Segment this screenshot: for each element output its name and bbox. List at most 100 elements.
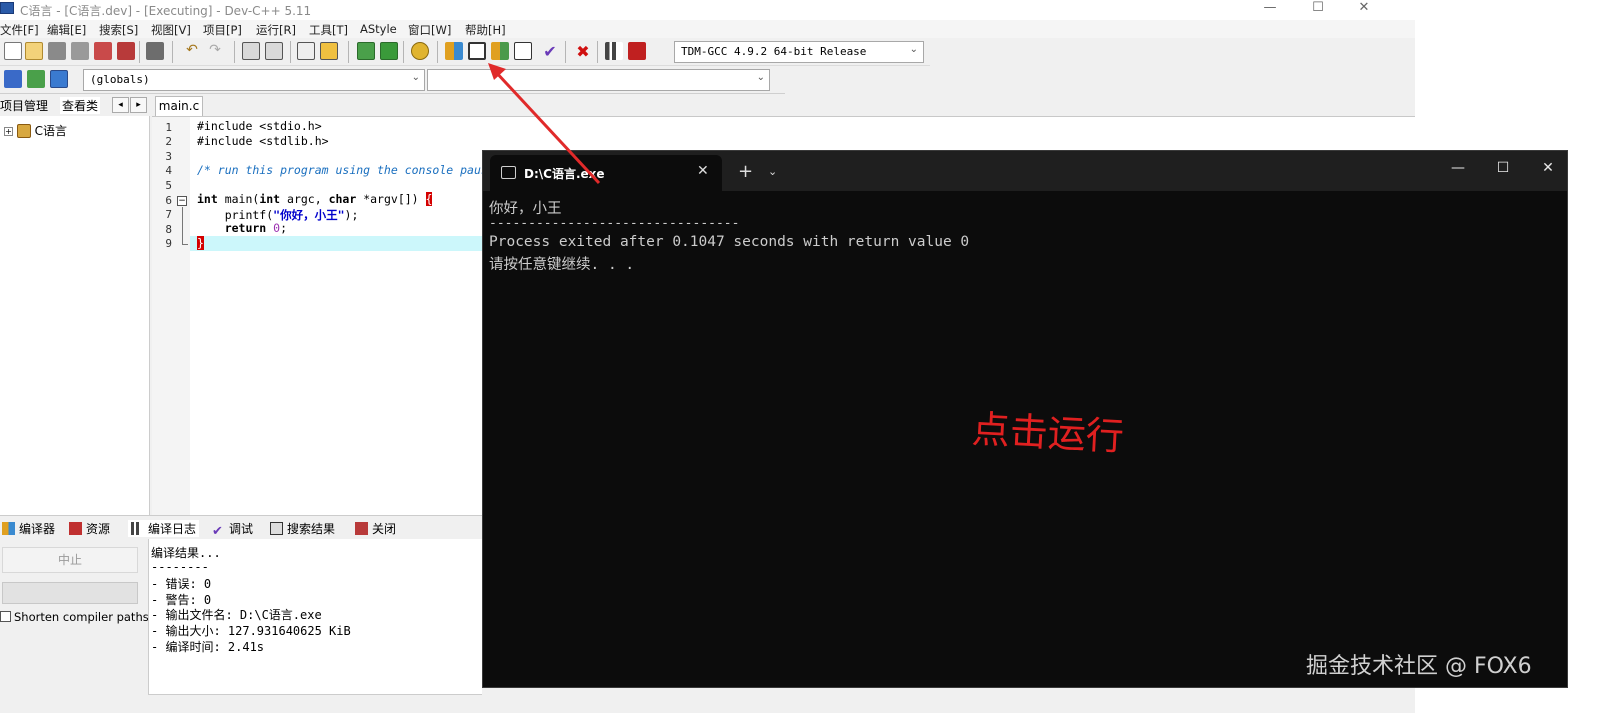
syntax-check-icon[interactable]: ✔ — [541, 42, 559, 61]
project-options-icon[interactable] — [411, 42, 429, 60]
expand-icon[interactable]: + — [4, 127, 13, 136]
maximize-icon[interactable]: ☐ — [1493, 160, 1513, 176]
line-number: 9 — [165, 237, 172, 250]
menu-view[interactable]: 视图[V] — [151, 22, 191, 38]
line-number: 4 — [165, 164, 172, 177]
close-panel-icon — [355, 522, 368, 535]
new-tab-icon[interactable]: + — [738, 161, 753, 182]
remove-from-project-icon[interactable] — [380, 42, 398, 60]
console-tab-title: D:\C语言.exe — [524, 167, 605, 181]
compiler-icon — [2, 522, 15, 535]
open-project-icon[interactable] — [25, 42, 43, 60]
tab-project-manager[interactable]: 项目管理 — [0, 97, 48, 114]
goto-definition-icon[interactable] — [27, 70, 45, 88]
devcpp-app-icon — [0, 2, 14, 14]
project-panel-tabs: 项目管理 查看类 ◂ ▸ — [0, 94, 150, 116]
menu-astyle[interactable]: AStyle — [360, 22, 397, 36]
maximize-icon[interactable]: ☐ — [1298, 0, 1338, 20]
print-icon[interactable] — [146, 42, 164, 60]
new-file-icon[interactable] — [4, 42, 22, 60]
tab-class-browser[interactable]: 查看类 — [60, 97, 101, 114]
compile-run-icon[interactable] — [491, 42, 509, 60]
menu-file[interactable]: 文件[F] — [0, 22, 39, 38]
chevron-down-icon: ⌄ — [756, 72, 765, 83]
menu-tools[interactable]: 工具[T] — [309, 22, 348, 38]
close-icon[interactable]: ✕ — [1344, 0, 1384, 20]
replace-icon[interactable] — [265, 42, 283, 60]
tab-search-results[interactable]: 搜索结果 — [270, 520, 335, 537]
editor-tab-main-c[interactable]: main.c — [155, 96, 203, 116]
close-icon[interactable]: ✕ — [1538, 160, 1558, 176]
search-results-icon — [270, 522, 283, 535]
save-icon[interactable] — [48, 42, 66, 60]
redo-icon[interactable]: ↷ — [206, 42, 224, 60]
close-tab-icon[interactable]: ✕ — [697, 163, 709, 179]
line-number: 1 — [165, 121, 172, 134]
console-output-line: -------------------------------- — [489, 216, 740, 231]
compile-icon[interactable] — [445, 42, 463, 60]
close-all-icon[interactable] — [117, 42, 135, 60]
delete-profile-icon[interactable] — [628, 42, 646, 60]
tab-scroll-left-icon[interactable]: ◂ — [112, 97, 129, 113]
code-line-1: #include <stdio.h> — [197, 119, 322, 133]
tab-close[interactable]: 关闭 — [355, 520, 396, 537]
chevron-down-icon: ⌄ — [411, 72, 420, 83]
tab-resources[interactable]: 资源 — [69, 520, 110, 537]
menu-search[interactable]: 搜索[S] — [99, 22, 138, 38]
line-gutter: 1 2 3 4 5 6 7 8 9 − — [152, 117, 190, 528]
scope-select[interactable]: (globals) ⌄ — [83, 69, 425, 91]
tab-scroll-right-icon[interactable]: ▸ — [130, 97, 147, 113]
checkbox-icon[interactable] — [0, 611, 11, 622]
menu-bar: 文件[F] 编辑[E] 搜索[S] 视图[V] 项目[P] 运行[R] 工具[T… — [0, 20, 1415, 38]
goto-declaration-icon[interactable] — [4, 70, 22, 88]
run-icon[interactable] — [468, 42, 486, 60]
class-toolbar: (globals) ⌄ ⌄ — [0, 66, 785, 94]
close-file-icon[interactable] — [94, 42, 112, 60]
menu-run[interactable]: 运行[R] — [256, 22, 296, 38]
chevron-down-icon[interactable]: ⌄ — [768, 165, 777, 178]
indent-icon[interactable] — [297, 42, 315, 60]
bottom-tabs: 编译器 资源 编译日志 ✔ 调试 搜索结果 关闭 — [0, 515, 482, 539]
insert-icon[interactable] — [50, 70, 68, 88]
profile-icon[interactable] — [605, 42, 623, 60]
menu-project[interactable]: 项目[P] — [203, 22, 242, 38]
save-all-icon[interactable] — [71, 42, 89, 60]
editor-tab-bar — [152, 94, 1415, 116]
line-number: 2 — [165, 135, 172, 148]
stop-button[interactable]: 中止 — [2, 547, 138, 573]
unindent-icon[interactable] — [320, 42, 338, 60]
code-line-6: int main(int argc, char *argv[]) { — [197, 192, 433, 206]
stop-execution-icon[interactable]: ✖ — [574, 42, 592, 61]
symbol-select[interactable]: ⌄ — [427, 69, 770, 91]
menu-edit[interactable]: 编辑[E] — [47, 22, 86, 38]
menu-window[interactable]: 窗口[W] — [408, 22, 451, 38]
tree-project-label: C语言 — [34, 124, 68, 138]
minimize-icon[interactable]: — — [1448, 160, 1468, 176]
rebuild-all-icon[interactable] — [514, 42, 532, 60]
project-icon — [16, 124, 31, 138]
menu-help[interactable]: 帮助[H] — [465, 22, 506, 38]
code-line-8: return 0; — [197, 221, 288, 235]
line-number: 8 — [165, 223, 172, 236]
log-line: - 错误: 0 — [151, 577, 212, 591]
tab-debug[interactable]: ✔ 调试 — [212, 520, 253, 539]
compiler-select[interactable]: TDM-GCC 4.9.2 64-bit Release ⌄ — [674, 41, 924, 63]
resources-icon — [69, 522, 82, 535]
undo-icon[interactable]: ↶ — [183, 42, 201, 60]
tab-compiler[interactable]: 编译器 — [2, 520, 55, 537]
shorten-paths-checkbox[interactable]: Shorten compiler paths — [0, 610, 149, 624]
add-to-project-icon[interactable] — [357, 42, 375, 60]
terminal-icon — [501, 166, 516, 179]
minimize-icon[interactable]: — — [1250, 0, 1290, 20]
tab-compile-log[interactable]: 编译日志 — [128, 520, 200, 537]
fold-collapse-icon[interactable]: − — [177, 196, 187, 206]
log-line: 编译结果... — [151, 546, 221, 560]
code-line-9: } — [197, 236, 204, 250]
watermark: 掘金技术社区 @ FOX6 — [1306, 654, 1532, 679]
line-number: 7 — [165, 208, 172, 221]
status-bar — [148, 694, 482, 713]
project-panel — [0, 94, 150, 528]
compiler-select-value: TDM-GCC 4.9.2 64-bit Release — [681, 45, 867, 58]
tree-project-node[interactable]: + C语言 — [4, 122, 67, 139]
find-icon[interactable] — [242, 42, 260, 60]
